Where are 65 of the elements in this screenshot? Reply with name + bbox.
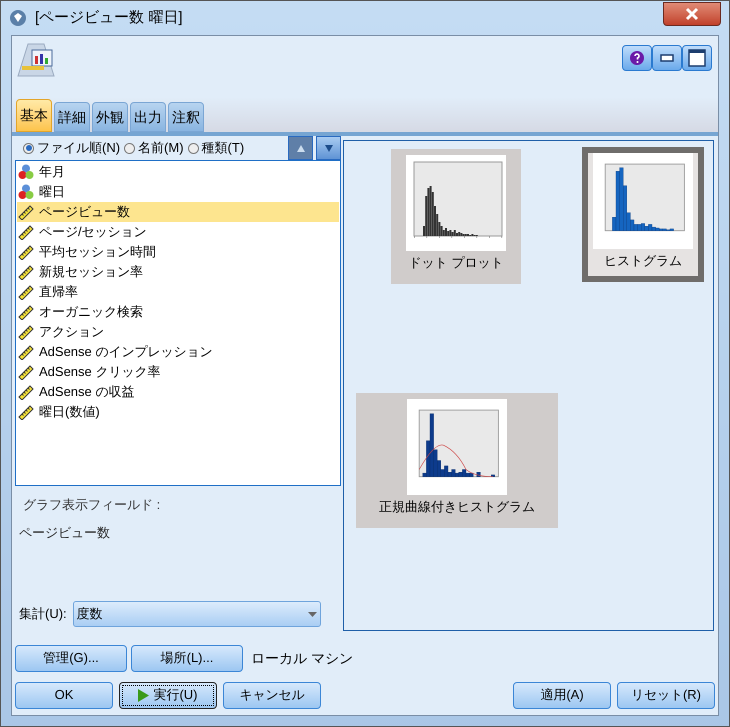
- window-title: [ページビュー数 曜日]: [35, 8, 183, 28]
- field-item[interactable]: AdSense のインプレッション: [17, 342, 339, 362]
- location-text: ローカル マシン: [251, 648, 353, 668]
- field-item[interactable]: 曜日: [17, 182, 339, 202]
- sort-descending-button[interactable]: [316, 136, 341, 160]
- dropdown-arrow-icon: [308, 612, 317, 616]
- maximize-button[interactable]: [682, 45, 712, 71]
- dialog-button[interactable]: OK: [15, 682, 113, 708]
- tab[interactable]: 出力: [130, 102, 166, 132]
- dialog-button[interactable]: 管理(G)...: [15, 644, 127, 672]
- sort-ascending-button[interactable]: [288, 136, 313, 160]
- graph-type-option[interactable]: ドット プロット: [391, 149, 521, 284]
- field-item[interactable]: AdSense クリック率: [17, 362, 339, 382]
- field-item[interactable]: AdSense の収益: [17, 382, 339, 402]
- dialog-button[interactable]: 適用(A): [513, 682, 611, 708]
- field-label: グラフ表示フィールド :: [23, 496, 162, 514]
- ruler-icon: [18, 204, 34, 220]
- tab[interactable]: 詳細: [54, 102, 90, 132]
- ruler-icon: [18, 384, 34, 400]
- aggregate-label: 集計(U):: [19, 605, 67, 624]
- aggregate-dropdown[interactable]: 度数: [72, 601, 321, 627]
- dialog-button[interactable]: 実行(U): [119, 682, 217, 708]
- ruler-icon: [18, 244, 34, 260]
- minimize-button[interactable]: [652, 45, 682, 71]
- ruler-icon: [18, 224, 34, 240]
- set-type-icon: [18, 184, 34, 200]
- dialog-button[interactable]: 場所(L)...: [131, 644, 243, 672]
- ruler-icon: [18, 304, 34, 320]
- sort-radio[interactable]: 種類(T): [188, 138, 244, 158]
- ruler-icon: [18, 284, 34, 300]
- field-item[interactable]: 直帰率: [17, 282, 339, 302]
- maximize-icon: [688, 49, 706, 67]
- minimize-icon: [660, 54, 674, 62]
- ruler-icon: [18, 364, 34, 380]
- set-type-icon: [18, 164, 34, 180]
- ruler-icon: [18, 324, 34, 340]
- field-item[interactable]: ページ/セッション: [17, 222, 339, 242]
- dialog-button[interactable]: リセット(R): [617, 682, 715, 708]
- tab[interactable]: 外観: [92, 102, 128, 132]
- graph-type-option[interactable]: ヒストグラム: [582, 147, 704, 282]
- help-button[interactable]: [622, 45, 652, 71]
- field-item[interactable]: 年月: [17, 162, 339, 182]
- app-icon: [9, 9, 27, 27]
- field-item[interactable]: 新規セッション率: [17, 262, 339, 282]
- field-item[interactable]: 曜日(数値): [17, 402, 339, 422]
- tab[interactable]: 基本: [16, 99, 52, 132]
- play-icon: [138, 688, 150, 702]
- dialog-button[interactable]: キャンセル: [223, 682, 321, 708]
- graph-type-option[interactable]: 正規曲線付きヒストグラム: [356, 393, 558, 528]
- sort-down-icon: [324, 144, 332, 152]
- ruler-icon: [18, 264, 34, 280]
- sort-up-icon: [296, 144, 304, 152]
- sort-radio[interactable]: ファイル順(N): [23, 138, 120, 158]
- help-icon: [629, 50, 645, 66]
- ruler-icon: [18, 344, 34, 360]
- field-value: ページビュー数: [19, 524, 111, 542]
- field-item[interactable]: オーガニック検索: [17, 302, 339, 322]
- sort-radio[interactable]: 名前(M): [124, 138, 184, 158]
- field-item[interactable]: アクション: [17, 322, 339, 342]
- field-item[interactable]: ページビュー数: [17, 202, 339, 222]
- ruler-icon: [18, 404, 34, 420]
- close-button[interactable]: [663, 2, 721, 26]
- field-item[interactable]: 平均セッション時間: [17, 242, 339, 262]
- tab[interactable]: 注釈: [168, 102, 204, 132]
- close-icon: [684, 7, 700, 21]
